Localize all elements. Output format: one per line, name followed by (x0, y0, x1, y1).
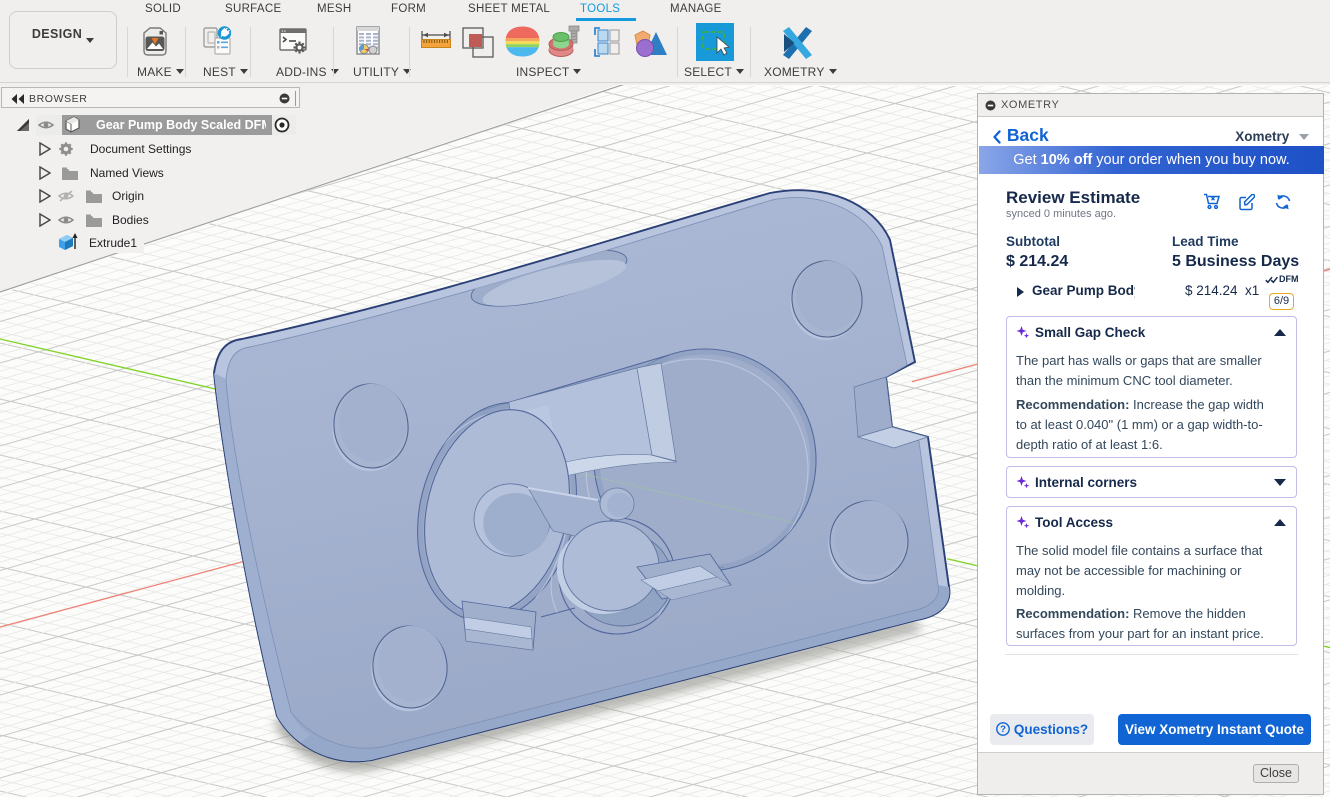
svg-text:?: ? (1000, 724, 1006, 735)
